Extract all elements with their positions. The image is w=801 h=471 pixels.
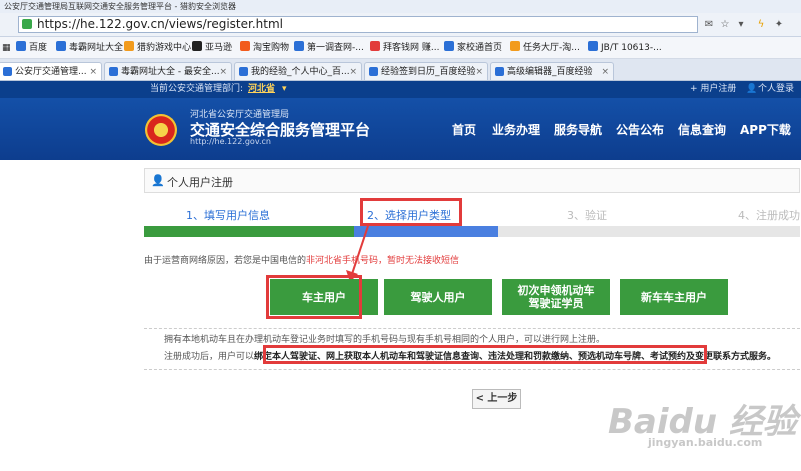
favicon-icon: [109, 67, 118, 76]
nav-app-download[interactable]: APP下载: [740, 121, 791, 138]
bookmark-game-center[interactable]: 猎豹游戏中心: [124, 40, 191, 56]
bookmark-baike[interactable]: 拜客钱网 赚...: [370, 40, 439, 56]
user-login-link[interactable]: 个人登录: [758, 81, 794, 98]
favicon-icon: [495, 67, 504, 76]
dept-dropdown-icon[interactable]: ▾: [282, 81, 287, 98]
rss-icon: [510, 41, 520, 51]
step-3: 3、验证: [567, 209, 607, 222]
lightning-icon[interactable]: ϟ: [752, 16, 770, 33]
annotation-services-highlight: [263, 345, 707, 364]
taobao-icon: [240, 41, 250, 51]
carrier-notice: 由于运营商网络原因，若您是中国电信的非河北省手机号码，暂时无法接收短信: [144, 253, 459, 266]
address-toolbar: https://he.122.gov.cn/views/register.htm…: [0, 13, 801, 37]
dept-prefix: 当前公安交通管理部门:: [150, 84, 244, 94]
amazon-icon: [192, 41, 202, 51]
bookmark-survey[interactable]: 第一调查网-...: [294, 40, 364, 56]
user-register-link[interactable]: + 用户注册: [690, 81, 736, 98]
bookmark-baidu[interactable]: 百度: [16, 40, 47, 56]
bookmark-taobao[interactable]: 淘宝购物: [240, 40, 289, 56]
bookmark-amazon[interactable]: 亚马逊: [192, 40, 232, 56]
logo-url: http://he.122.gov.cn: [190, 137, 271, 146]
tab-bar: 公安厅交通管理... × 毒霸网址大全 - 最安全... × 我的经验_个人中心_百…: [0, 59, 801, 81]
prev-step-button[interactable]: < 上一步: [472, 389, 521, 409]
baidu-watermark: Baidu 经验 jingyan.baidu.com: [608, 394, 798, 454]
student-user-button[interactable]: 初次申领机动车驾驶证学员: [502, 279, 610, 315]
watermark-url: jingyan.baidu.com: [648, 436, 763, 449]
dept-selector[interactable]: 河北省: [248, 81, 275, 98]
bookmarks-bar: ▦ 百度 毒霸网址大全 猎豹游戏中心 亚马逊 淘宝购物 第一调查网-... 拜客…: [0, 37, 801, 59]
dropdown-icon[interactable]: ▾: [732, 16, 750, 33]
duba-icon: [56, 41, 66, 51]
tab-my-experience[interactable]: 我的经验_个人中心_百... ×: [234, 62, 362, 80]
notice-suffix: 手机号码，暂时无法接收短信: [342, 256, 460, 266]
progress-done: [144, 226, 354, 237]
breadcrumb: 👤 个人用户注册: [144, 168, 800, 193]
step-4: 4、注册成功: [738, 209, 800, 222]
bookmark-duba[interactable]: 毒霸网址大全: [56, 40, 123, 56]
nav-service-guide[interactable]: 服务导航: [554, 121, 602, 138]
game-icon: [124, 41, 134, 51]
nav-business[interactable]: 业务办理: [492, 121, 540, 138]
new-car-owner-button[interactable]: 新车车主用户: [620, 279, 728, 315]
bookmark-jbt[interactable]: JB/T 10613-...: [588, 40, 662, 56]
close-tab-icon[interactable]: ×: [475, 63, 483, 80]
close-tab-icon[interactable]: ×: [219, 63, 227, 80]
bookmark-task-hall[interactable]: 任务大厅-淘...: [510, 40, 580, 56]
info-line-1: 拥有本地机动车且在办理机动车登记业务时填写的手机号码与现有手机号相同的个人用户，…: [164, 335, 606, 345]
bookmark-jiaxiaotong[interactable]: 家校通首页: [444, 40, 502, 56]
close-tab-icon[interactable]: ×: [349, 63, 357, 80]
tab-traffic-police[interactable]: 公安厅交通管理... ×: [0, 62, 102, 80]
favicon-icon: [369, 67, 378, 76]
user-icon: 👤: [746, 84, 758, 94]
jiaxiaotong-icon: [444, 41, 454, 51]
site-top-strip: 当前公安交通管理部门: 河北省 ▾ + 用户注册 👤 个人登录: [0, 81, 801, 98]
tab-checkin-calendar[interactable]: 经验签到日历_百度经验 ×: [364, 62, 488, 80]
favicon-icon: [239, 67, 248, 76]
step-1: 1、填写用户信息: [186, 209, 270, 222]
info-line-2-prefix: 注册成功后，用户可以: [164, 352, 255, 362]
notice-highlight: 非河北省: [306, 256, 343, 266]
url-text: https://he.122.gov.cn/views/register.htm…: [37, 17, 283, 31]
driver-user-button[interactable]: 驾驶人用户: [384, 279, 492, 315]
tab-duba[interactable]: 毒霸网址大全 - 最安全... ×: [104, 62, 232, 80]
progress-remaining: [498, 226, 800, 237]
annotation-button-highlight: [266, 275, 362, 319]
police-emblem-icon: [145, 114, 177, 146]
close-tab-icon[interactable]: ×: [89, 63, 97, 80]
tab-editor[interactable]: 高级编辑器_百度经验 ×: [490, 62, 614, 80]
nav-announcements[interactable]: 公告公布: [616, 121, 664, 138]
address-bar[interactable]: https://he.122.gov.cn/views/register.htm…: [18, 16, 698, 33]
doc-icon: [588, 41, 598, 51]
secure-lock-icon: [22, 19, 32, 29]
baidu-icon: [16, 41, 26, 51]
tools-icon[interactable]: ✦: [770, 16, 788, 33]
page-title: 个人用户注册: [167, 176, 233, 189]
favicon-icon: [3, 67, 12, 76]
notice-text: 由于运营商网络原因，若您是中国电信的: [144, 256, 307, 266]
close-tab-icon[interactable]: ×: [601, 63, 609, 80]
survey-icon: [294, 41, 304, 51]
nav-home[interactable]: 首页: [452, 121, 476, 138]
baike-icon: [370, 41, 380, 51]
bookmarks-grid-icon[interactable]: ▦: [2, 40, 11, 56]
window-title: 公安厅交通管理局互联网交通安全服务管理平台 - 猎豹安全浏览器: [0, 0, 801, 13]
nav-info-query[interactable]: 信息查询: [678, 121, 726, 138]
person-icon: 👤: [151, 174, 165, 187]
